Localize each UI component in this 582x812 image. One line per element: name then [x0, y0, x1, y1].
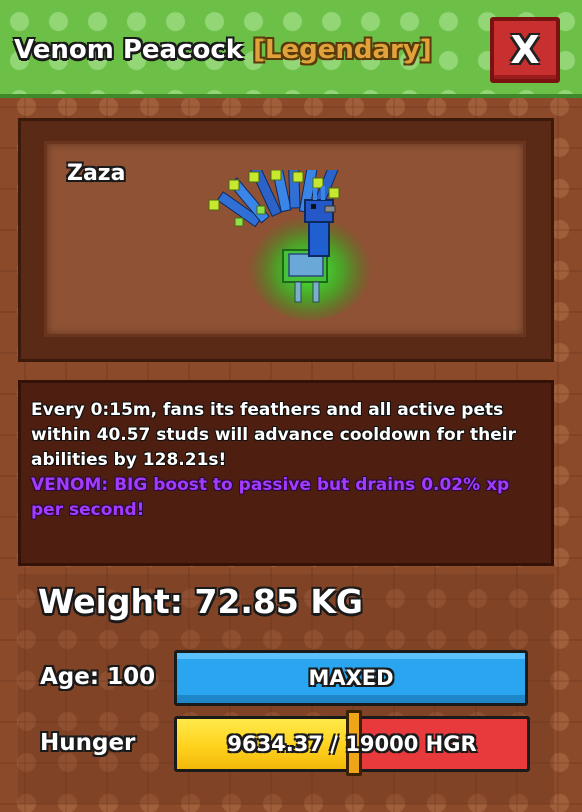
ability-description: Every 0:15m, fans its feathers and all a…	[31, 400, 516, 470]
peacock-pet-model	[208, 170, 372, 320]
age-progress-bar: MAXED	[174, 650, 528, 706]
hunger-bar-text: 9634.37 / 19000 HGR	[227, 732, 477, 756]
description-text: Every 0:15m, fans its feathers and all a…	[31, 398, 543, 523]
age-bar-text: MAXED	[308, 666, 394, 690]
mutation-description: VENOM: BIG boost to passive but drains 0…	[31, 475, 510, 520]
pet-nickname: Zaza	[67, 161, 126, 186]
hunger-label: Hunger	[40, 730, 136, 756]
close-button[interactable]: X	[490, 17, 560, 83]
rarity-label: [Legendary]	[253, 35, 432, 65]
weight-label: Weight: 72.85 KG	[38, 582, 364, 621]
pet-title: Venom Peacock [Legendary]	[14, 30, 432, 70]
close-icon: X	[510, 28, 540, 72]
age-label: Age: 100	[40, 664, 156, 690]
pet-species-name: Venom Peacock	[14, 35, 244, 65]
